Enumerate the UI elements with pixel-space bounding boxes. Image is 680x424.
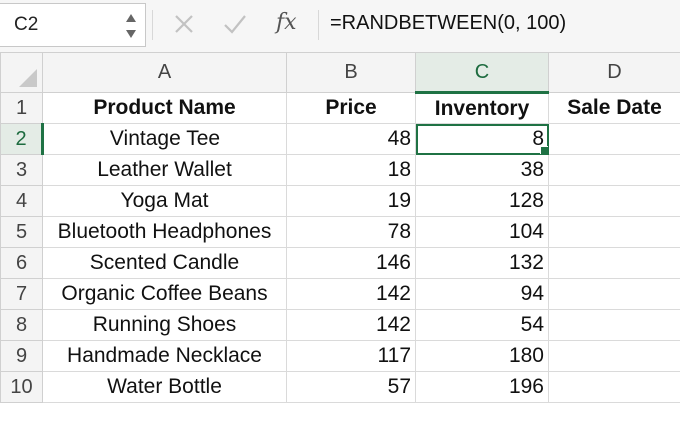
- cell-b8[interactable]: 142: [286, 309, 416, 341]
- cell-a10[interactable]: Water Bottle: [42, 371, 287, 403]
- cell-b9[interactable]: 117: [286, 340, 416, 372]
- formula-bar: C2 fx =RANDBETWEEN(0, 100): [0, 0, 680, 53]
- cell-c1[interactable]: Inventory: [415, 92, 549, 124]
- table-row: 6 Scented Candle 146 132: [0, 247, 680, 279]
- table-row: 9 Handmade Necklace 117 180: [0, 340, 680, 372]
- cell-a9[interactable]: Handmade Necklace: [42, 340, 287, 372]
- cell-c9[interactable]: 180: [415, 340, 549, 372]
- name-box-stepper-icon[interactable]: [124, 10, 138, 42]
- row-header[interactable]: 1: [0, 92, 43, 124]
- table-row: 2 Vintage Tee 48 8: [0, 123, 680, 155]
- cell-b6[interactable]: 146: [286, 247, 416, 279]
- cell-a2[interactable]: Vintage Tee: [42, 123, 287, 155]
- fx-icon[interactable]: fx: [276, 10, 297, 35]
- cell-a4[interactable]: Yoga Mat: [42, 185, 287, 217]
- select-all-icon: [19, 69, 37, 87]
- enter-check-icon[interactable]: [222, 12, 248, 36]
- cell-c10[interactable]: 196: [415, 371, 549, 403]
- cell-c5[interactable]: 104: [415, 216, 549, 248]
- cell-c3[interactable]: 38: [415, 154, 549, 186]
- cell-a6[interactable]: Scented Candle: [42, 247, 287, 279]
- cell-c2-selected[interactable]: 8: [415, 123, 549, 155]
- cell-b2[interactable]: 48: [286, 123, 416, 155]
- formula-input[interactable]: =RANDBETWEEN(0, 100): [330, 12, 566, 35]
- table-row: 5 Bluetooth Headphones 78 104: [0, 216, 680, 248]
- formula-bar-separator: [318, 10, 319, 40]
- row-header[interactable]: 6: [0, 247, 43, 279]
- cell-b7[interactable]: 142: [286, 278, 416, 310]
- row-header[interactable]: 5: [0, 216, 43, 248]
- cell-d6[interactable]: [548, 247, 680, 279]
- row-header[interactable]: 4: [0, 185, 43, 217]
- row-header[interactable]: 10: [0, 371, 43, 403]
- column-header-c[interactable]: C: [415, 52, 549, 94]
- cell-d9[interactable]: [548, 340, 680, 372]
- row-header[interactable]: 2: [0, 123, 44, 155]
- cell-d8[interactable]: [548, 309, 680, 341]
- cancel-icon[interactable]: [172, 12, 196, 36]
- cell-d3[interactable]: [548, 154, 680, 186]
- spreadsheet-grid: A B C D 1 Product Name Price Inventory S…: [0, 52, 680, 424]
- cell-a1[interactable]: Product Name: [42, 92, 287, 124]
- cell-d10[interactable]: [548, 371, 680, 403]
- cell-b5[interactable]: 78: [286, 216, 416, 248]
- cell-b1[interactable]: Price: [286, 92, 416, 124]
- row-header[interactable]: 7: [0, 278, 43, 310]
- sheet-table: A B C D 1 Product Name Price Inventory S…: [0, 52, 680, 403]
- fill-handle[interactable]: [540, 146, 548, 154]
- column-header-b[interactable]: B: [286, 52, 416, 93]
- table-row: 3 Leather Wallet 18 38: [0, 154, 680, 186]
- formula-bar-separator: [152, 10, 153, 40]
- row-header[interactable]: 8: [0, 309, 43, 341]
- select-all-corner[interactable]: [0, 52, 43, 93]
- cell-a5[interactable]: Bluetooth Headphones: [42, 216, 287, 248]
- cell-d1[interactable]: Sale Date: [548, 92, 680, 124]
- name-box[interactable]: C2: [0, 3, 146, 47]
- cell-a8[interactable]: Running Shoes: [42, 309, 287, 341]
- cell-b3[interactable]: 18: [286, 154, 416, 186]
- cell-d5[interactable]: [548, 216, 680, 248]
- cell-b4[interactable]: 19: [286, 185, 416, 217]
- table-row: 7 Organic Coffee Beans 142 94: [0, 278, 680, 310]
- name-box-value: C2: [14, 14, 39, 35]
- column-header-d[interactable]: D: [548, 52, 680, 93]
- cell-c6[interactable]: 132: [415, 247, 549, 279]
- cell-a3[interactable]: Leather Wallet: [42, 154, 287, 186]
- cell-b10[interactable]: 57: [286, 371, 416, 403]
- cell-a7[interactable]: Organic Coffee Beans: [42, 278, 287, 310]
- column-header-a[interactable]: A: [42, 52, 287, 93]
- row-header[interactable]: 3: [0, 154, 43, 186]
- cell-c7[interactable]: 94: [415, 278, 549, 310]
- cell-d4[interactable]: [548, 185, 680, 217]
- table-row: 10 Water Bottle 57 196: [0, 371, 680, 403]
- cell-d7[interactable]: [548, 278, 680, 310]
- table-row: 8 Running Shoes 142 54: [0, 309, 680, 341]
- table-row: 4 Yoga Mat 19 128: [0, 185, 680, 217]
- cell-c8[interactable]: 54: [415, 309, 549, 341]
- row-header[interactable]: 9: [0, 340, 43, 372]
- cell-c4[interactable]: 128: [415, 185, 549, 217]
- header-row: 1 Product Name Price Inventory Sale Date: [0, 92, 680, 124]
- cell-d2[interactable]: [548, 123, 680, 155]
